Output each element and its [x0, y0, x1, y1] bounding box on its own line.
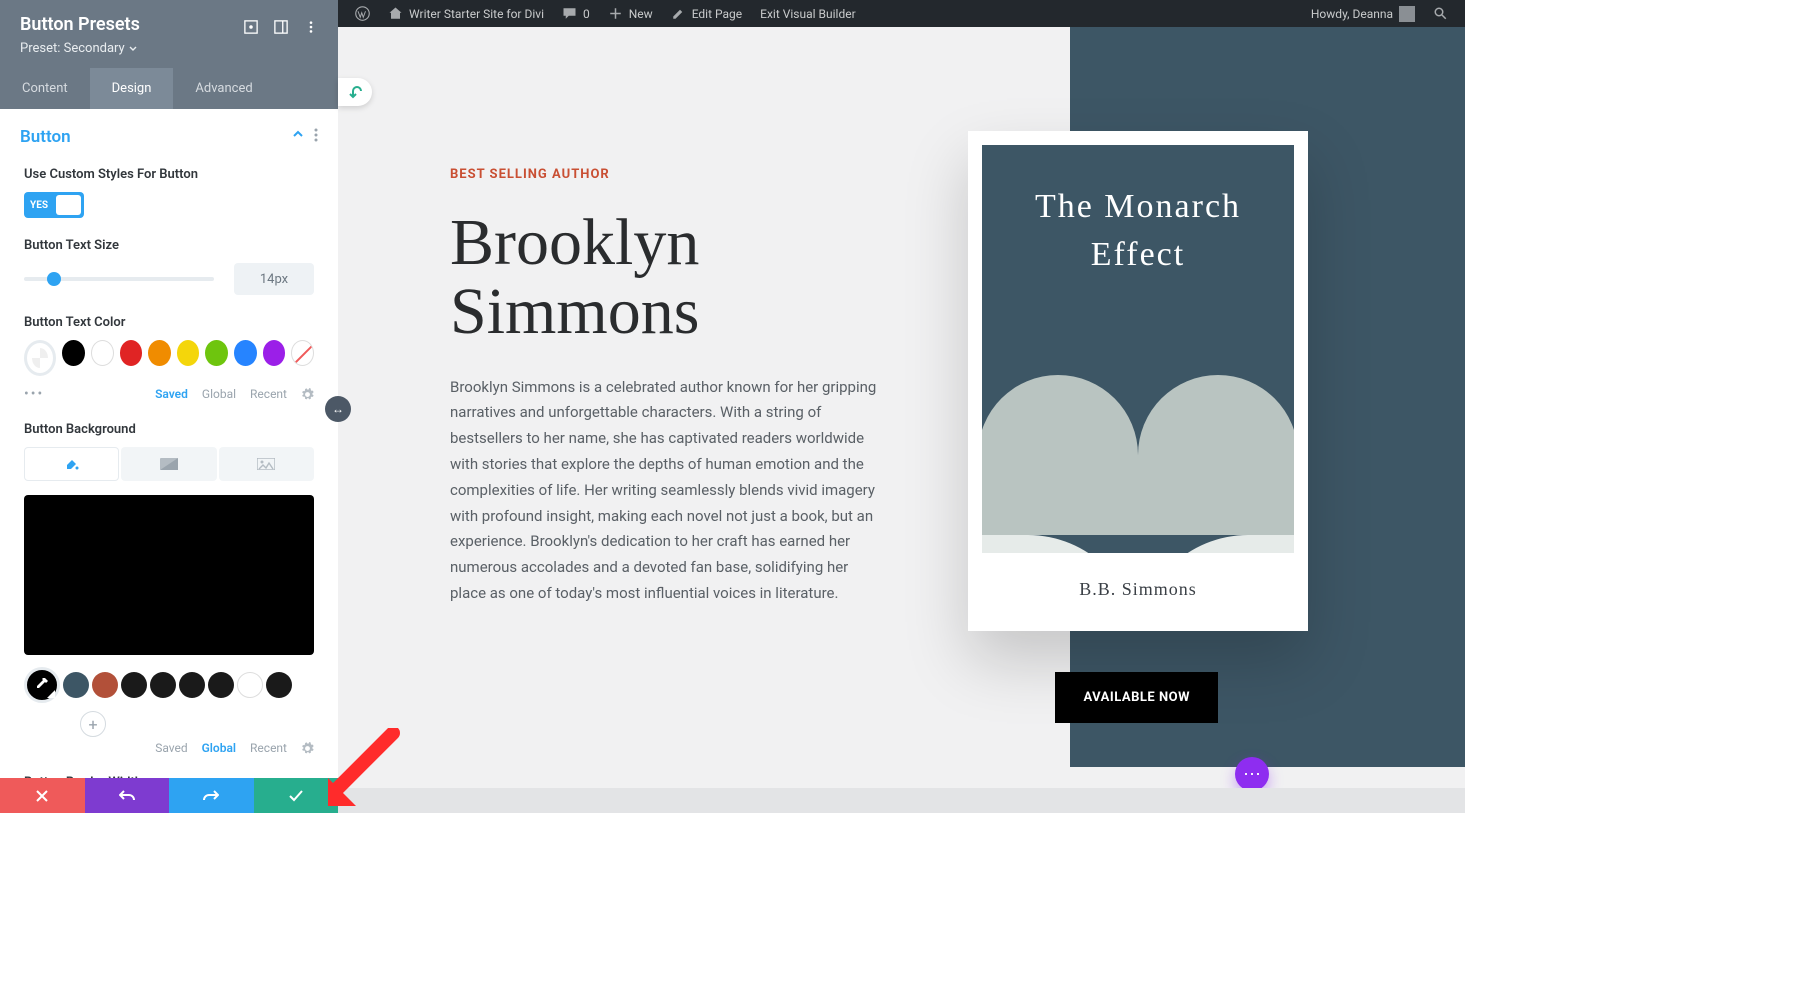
more-colors-icon[interactable]: •••	[24, 386, 44, 402]
edit-page-link[interactable]: Edit Page	[662, 0, 751, 27]
bg-palette-saved[interactable]: Saved	[155, 741, 187, 755]
pal-3[interactable]	[121, 672, 147, 698]
layout-icon[interactable]	[274, 18, 288, 32]
cta-button[interactable]: AVAILABLE NOW	[1055, 672, 1218, 723]
section-title[interactable]: Button	[20, 127, 71, 147]
kebab-icon[interactable]	[304, 18, 318, 32]
new-link[interactable]: New	[599, 0, 662, 27]
bg-preview[interactable]	[24, 495, 314, 655]
swatch-current[interactable]	[24, 340, 56, 376]
resize-handle-icon[interactable]: ↔	[325, 396, 351, 422]
tab-advanced[interactable]: Advanced	[173, 68, 274, 109]
redo-button[interactable]	[169, 778, 254, 813]
exit-builder-link[interactable]: Exit Visual Builder	[751, 0, 865, 27]
book-cover: The MonarchEffect	[982, 145, 1294, 553]
preset-dropdown[interactable]: Preset: Secondary	[20, 41, 318, 56]
kicker-text: BEST SELLING AUTHOR	[450, 167, 1050, 182]
sidebar-tabs: Content Design Advanced	[0, 68, 338, 109]
pal-5[interactable]	[179, 672, 205, 698]
sidebar-title: Button Presets	[20, 14, 140, 35]
page-paragraph: Brooklyn Simmons is a celebrated author …	[450, 375, 880, 607]
book-title: The MonarchEffect	[982, 145, 1294, 278]
custom-styles-toggle[interactable]: YES	[24, 192, 84, 218]
text-size-label: Button Text Size	[24, 238, 314, 253]
swatch-white[interactable]	[91, 340, 114, 366]
bg-label: Button Background	[24, 422, 314, 437]
bg-palette-recent[interactable]: Recent	[250, 741, 287, 755]
pal-1[interactable]	[63, 672, 89, 698]
swatch-purple[interactable]	[263, 340, 286, 366]
bg-tab-color[interactable]	[24, 447, 119, 481]
palette-gear-icon[interactable]	[301, 388, 314, 401]
bg-palette-gear-icon[interactable]	[301, 742, 314, 755]
page-fab[interactable]: ⋯	[1235, 757, 1269, 791]
add-color-icon[interactable]: +	[80, 711, 106, 737]
search-icon[interactable]	[1424, 0, 1457, 27]
text-size-value[interactable]: 14px	[234, 263, 314, 295]
swatch-red[interactable]	[120, 340, 143, 366]
text-color-swatches	[24, 340, 314, 376]
sidebar-footer	[0, 778, 338, 813]
avatar	[1399, 6, 1415, 22]
site-link[interactable]: Writer Starter Site for Divi	[379, 0, 553, 27]
sidebar-header: Button Presets Preset: Secondary	[0, 0, 338, 68]
howdy-user[interactable]: Howdy, Deanna	[1302, 0, 1424, 27]
builder-app: Button Presets Preset: Secondary Content…	[0, 0, 1465, 813]
settings-sidebar: Button Presets Preset: Secondary Content…	[0, 0, 338, 813]
custom-styles-label: Use Custom Styles For Button	[24, 167, 314, 182]
palette-saved[interactable]: Saved	[155, 387, 188, 401]
section-kebab-icon[interactable]	[314, 128, 318, 146]
eyedropper-icon[interactable]	[24, 667, 60, 703]
cancel-button[interactable]	[0, 778, 85, 813]
wp-logo-icon[interactable]	[346, 0, 379, 27]
tab-design[interactable]: Design	[90, 68, 174, 109]
swatch-none[interactable]	[291, 340, 314, 366]
swatch-blue[interactable]	[234, 340, 257, 366]
hover-pill-icon[interactable]	[338, 78, 372, 106]
page-canvas[interactable]: BEST SELLING AUTHOR BrooklynSimmons Broo…	[338, 0, 1465, 813]
save-button[interactable]	[254, 778, 339, 813]
palette-recent[interactable]: Recent	[250, 387, 287, 401]
page-heading: BrooklynSimmons	[450, 208, 1050, 347]
pal-7[interactable]	[237, 672, 263, 698]
text-size-slider[interactable]	[24, 277, 214, 281]
wp-admin-bar: Writer Starter Site for Divi 0 New Edit …	[338, 0, 1465, 27]
swatch-orange[interactable]	[148, 340, 171, 366]
swatch-black[interactable]	[62, 340, 85, 366]
bg-tab-image[interactable]	[219, 447, 314, 481]
page-footer-strip	[338, 788, 1465, 813]
book-card: The MonarchEffect B.B. Simmons	[968, 131, 1308, 631]
pal-4[interactable]	[150, 672, 176, 698]
pal-8[interactable]	[266, 672, 292, 698]
collapse-icon[interactable]	[292, 128, 304, 146]
hero-section: BEST SELLING AUTHOR BrooklynSimmons Broo…	[338, 27, 1070, 787]
swatch-green[interactable]	[205, 340, 228, 366]
tab-content[interactable]: Content	[0, 68, 90, 109]
pal-6[interactable]	[208, 672, 234, 698]
swatch-yellow[interactable]	[177, 340, 200, 366]
book-author: B.B. Simmons	[982, 553, 1294, 600]
border-width-label: Button Border Width	[24, 775, 314, 778]
undo-button[interactable]	[85, 778, 170, 813]
comments-link[interactable]: 0	[553, 0, 599, 27]
bg-palette-global[interactable]: Global	[202, 741, 236, 755]
palette-global[interactable]: Global	[202, 387, 236, 401]
focus-icon[interactable]	[244, 18, 258, 32]
text-color-label: Button Text Color	[24, 315, 314, 330]
pal-2[interactable]	[92, 672, 118, 698]
bg-tab-gradient[interactable]	[121, 447, 216, 481]
sidebar-body: Button Use Custom Styles For Button YES …	[0, 109, 338, 778]
